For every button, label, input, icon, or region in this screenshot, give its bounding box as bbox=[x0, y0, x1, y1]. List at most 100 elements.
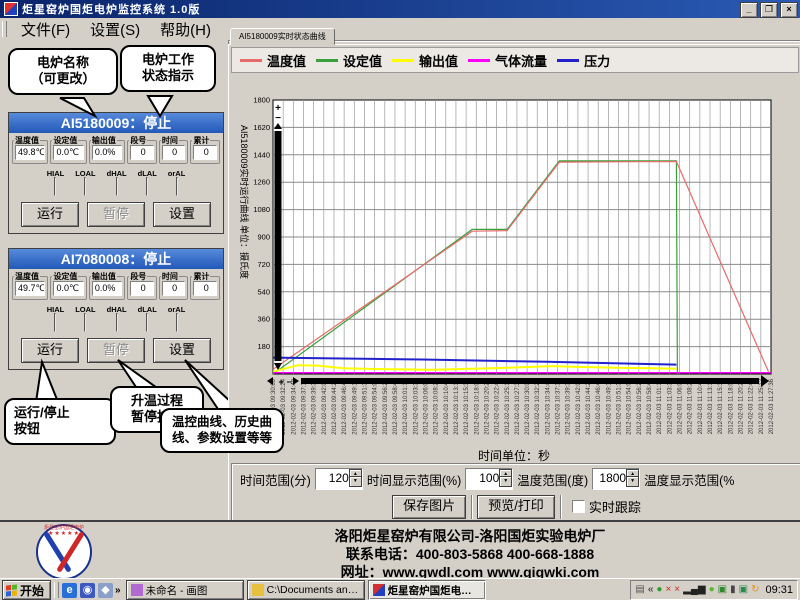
svg-text:2012-02-03 09:44:24: 2012-02-03 09:44:24 bbox=[332, 378, 338, 434]
time-range-spinner[interactable]: 120 ▲▼ bbox=[315, 468, 363, 490]
field-setpoint: 设定值 0.0℃ bbox=[50, 140, 86, 164]
legend-temperature: 温度值 bbox=[240, 51, 306, 70]
restore-button[interactable]: ❐ bbox=[760, 2, 778, 18]
taskbar-task-explorer[interactable]: C:\Documents and Se... bbox=[247, 580, 365, 600]
system-tray: ▤«●××▂▄▆●▣▮▣↻ 09:31 bbox=[630, 580, 798, 600]
run-button[interactable]: 运行 bbox=[21, 202, 79, 227]
update-icon[interactable]: ● bbox=[709, 583, 715, 597]
settings-button[interactable]: 设置 bbox=[153, 338, 211, 363]
field-output: 输出值 0.0% bbox=[89, 276, 125, 300]
realtime-track-checkbox[interactable] bbox=[572, 500, 585, 513]
start-button[interactable]: 开始 bbox=[2, 580, 51, 600]
network-disconnected-icon[interactable]: × bbox=[665, 583, 671, 597]
company-footer: 炬星窑炉国炬电炉 ★★★★★ 洛阳炬星窑炉有限公司-洛阳国炬实验电炉厂 联系电话… bbox=[0, 520, 800, 580]
close-button[interactable]: × bbox=[780, 2, 798, 18]
save-image-button[interactable]: 保存图片 bbox=[392, 495, 466, 519]
alarm-led-oral bbox=[176, 313, 178, 332]
svg-text:2012-02-03 09:34:48: 2012-02-03 09:34:48 bbox=[291, 378, 297, 434]
field-time: 时间 0 bbox=[159, 140, 189, 164]
app-icon bbox=[4, 2, 18, 16]
svg-text:540: 540 bbox=[257, 287, 270, 296]
svg-text:2012-02-03 10:30:00: 2012-02-03 10:30:00 bbox=[525, 378, 531, 434]
menu-help[interactable]: 帮助(H) bbox=[150, 19, 221, 40]
spin-down-icon[interactable]: ▼ bbox=[499, 476, 512, 487]
svg-text:2012-02-03 09:39:36: 2012-02-03 09:39:36 bbox=[312, 378, 318, 434]
company-name: 洛阳炬星窑炉有限公司-洛阳国炬实验电炉厂 bbox=[200, 526, 740, 546]
svg-text:2012-02-03 10:39:36: 2012-02-03 10:39:36 bbox=[566, 378, 572, 434]
printer-icon[interactable]: ▤ bbox=[635, 583, 644, 597]
preview-print-button[interactable]: 预览/打印 bbox=[477, 495, 555, 519]
alarm-indicator-row: HIAL LOAL dHAL dLAL orAL bbox=[9, 305, 223, 332]
field-temperature: 温度值 49.7℃ bbox=[12, 276, 48, 300]
signal-strength-icon[interactable]: ▂▄▆ bbox=[683, 583, 705, 597]
time-display-label: 时间显示范围(%) bbox=[367, 470, 461, 489]
chart-legend: 温度值 设定值 输出值 气体流量 压力 bbox=[231, 47, 799, 73]
power-icon[interactable]: ▮ bbox=[730, 583, 736, 597]
title-bar[interactable]: 炬星窑炉国炬电炉监控系统 1.0版 _ ❐ × bbox=[0, 0, 800, 18]
alarm-led-dhal bbox=[116, 313, 118, 332]
alarm-led-hial bbox=[54, 313, 56, 332]
svg-text:2012-02-03 10:15:36: 2012-02-03 10:15:36 bbox=[464, 378, 470, 434]
security-shield-icon[interactable]: ▣ bbox=[718, 583, 727, 597]
field-segment: 段号 0 bbox=[127, 140, 157, 164]
windows-logo-icon bbox=[6, 584, 17, 596]
svg-text:2012-02-03 10:27:36: 2012-02-03 10:27:36 bbox=[515, 378, 521, 434]
chart-canvas[interactable]: 2012-02-03 09:30:002012-02-03 09:32:2420… bbox=[229, 71, 799, 449]
svg-text:2012-02-03 09:49:12: 2012-02-03 09:49:12 bbox=[352, 378, 358, 434]
field-setpoint: 设定值 0.0℃ bbox=[50, 276, 86, 300]
legend-swatch bbox=[557, 59, 579, 62]
sync-icon[interactable]: ↻ bbox=[751, 583, 759, 597]
furnace-side-panel: 电炉名称 （可更改） 电炉工作 状态指示 AI5180009：停止 温度值 49… bbox=[0, 40, 229, 520]
svg-text:1440: 1440 bbox=[253, 150, 270, 159]
callout-furnace-name: 电炉名称 （可更改） bbox=[8, 48, 118, 95]
antivirus-icon[interactable]: ▣ bbox=[739, 583, 748, 597]
tab-realtime-curve[interactable]: AI5180009实时状态曲线 bbox=[230, 28, 335, 45]
svg-text:2012-02-03 10:08:24: 2012-02-03 10:08:24 bbox=[434, 378, 440, 434]
realtime-track-option: 实时跟踪 bbox=[566, 497, 641, 516]
taskbar-task-furnace-app[interactable]: 炬星窑炉国炬电炉监... bbox=[368, 580, 486, 600]
alarm-led-hial bbox=[54, 177, 56, 196]
alarm-led-dlal bbox=[146, 313, 148, 332]
taskbar-task-paint[interactable]: 未命名 - 画图 bbox=[126, 580, 244, 600]
alarm-led-dhal bbox=[116, 177, 118, 196]
network-activity-icon[interactable]: ● bbox=[656, 583, 662, 597]
messenger-icon[interactable]: ◆ bbox=[98, 583, 113, 598]
pause-button[interactable]: 暂停 bbox=[87, 338, 145, 363]
menu-settings[interactable]: 设置(S) bbox=[80, 19, 150, 40]
time-range-label: 时间范围(分) bbox=[240, 470, 311, 489]
svg-text:2012-02-03 10:44:24: 2012-02-03 10:44:24 bbox=[586, 378, 592, 434]
field-segment: 段号 0 bbox=[127, 276, 157, 300]
svg-text:2012-02-03 11:01:12: 2012-02-03 11:01:12 bbox=[657, 378, 663, 434]
temp-range-spinner[interactable]: 1800 ▲▼ bbox=[592, 468, 640, 490]
spin-down-icon[interactable]: ▼ bbox=[349, 476, 362, 487]
internet-explorer-icon[interactable]: e bbox=[62, 583, 77, 598]
temp-range-label: 温度范围(度) bbox=[517, 470, 588, 489]
pause-button[interactable]: 暂停 bbox=[87, 202, 145, 227]
setpoint-value: 0.0℃ bbox=[53, 145, 83, 160]
alarm-led-loal bbox=[84, 313, 86, 332]
svg-text:2012-02-03 09:56:24: 2012-02-03 09:56:24 bbox=[383, 378, 389, 434]
segment-value: 0 bbox=[130, 281, 154, 296]
menu-file[interactable]: 文件(F) bbox=[11, 19, 80, 40]
minimize-button[interactable]: _ bbox=[740, 2, 758, 18]
network-disconnected-icon-2[interactable]: × bbox=[674, 583, 680, 597]
media-player-icon[interactable]: ◉ bbox=[80, 583, 95, 598]
settings-button[interactable]: 设置 bbox=[153, 202, 211, 227]
svg-text:1080: 1080 bbox=[253, 205, 270, 214]
application-window: 炬星窑炉国炬电炉监控系统 1.0版 _ ❐ × 文件(F) 设置(S) 帮助(H… bbox=[0, 0, 800, 600]
quicklaunch-overflow-icon[interactable]: » bbox=[113, 585, 123, 596]
alarm-led-dlal bbox=[146, 177, 148, 196]
spin-down-icon[interactable]: ▼ bbox=[626, 476, 639, 487]
legend-pressure: 压力 bbox=[557, 51, 610, 70]
svg-text:2012-02-03 10:20:24: 2012-02-03 10:20:24 bbox=[484, 378, 490, 434]
svg-text:2012-02-03 11:22:48: 2012-02-03 11:22:48 bbox=[749, 378, 755, 434]
svg-text:2012-02-03 10:58:48: 2012-02-03 10:58:48 bbox=[647, 378, 653, 434]
alarm-led-loal bbox=[84, 177, 86, 196]
svg-text:2012-02-03 09:54:00: 2012-02-03 09:54:00 bbox=[373, 378, 379, 434]
collapse-icon[interactable]: « bbox=[648, 583, 654, 597]
total-value: 0 bbox=[193, 281, 217, 296]
run-button[interactable]: 运行 bbox=[21, 338, 79, 363]
toolbar-grip bbox=[2, 21, 7, 37]
time-display-spinner[interactable]: 100 ▲▼ bbox=[465, 468, 513, 490]
svg-text:2012-02-03 10:42:00: 2012-02-03 10:42:00 bbox=[576, 378, 582, 434]
